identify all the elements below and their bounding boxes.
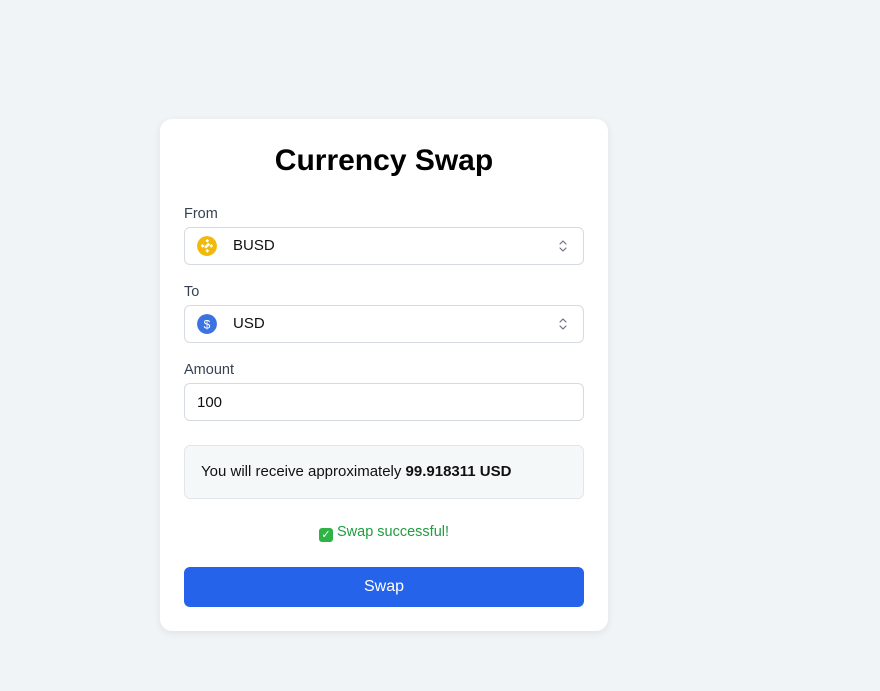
usd-coin-icon: $ xyxy=(197,314,217,334)
estimate-box: You will receive approximately 99.918311… xyxy=(184,445,584,499)
amount-input[interactable] xyxy=(184,383,584,421)
svg-text:$: $ xyxy=(204,318,211,332)
status-text: Swap successful! xyxy=(336,524,450,540)
chevron-up-down-icon xyxy=(559,240,567,252)
to-currency-value: USD xyxy=(233,315,265,332)
from-currency-value: BUSD xyxy=(233,237,275,254)
page-title: Currency Swap xyxy=(274,144,494,177)
swap-button[interactable]: Swap xyxy=(184,567,584,607)
chevron-up-down-icon xyxy=(559,318,567,330)
status-message: ✓ Swap successful! xyxy=(160,523,608,542)
to-label: To xyxy=(184,284,200,300)
from-label: From xyxy=(184,206,218,222)
amount-label: Amount xyxy=(184,362,234,378)
busd-coin-icon xyxy=(197,236,217,256)
check-icon: ✓ xyxy=(318,528,333,542)
estimate-prefix: You will receive approximately xyxy=(201,463,406,480)
estimate-amount: 99.918311 USD xyxy=(405,463,512,480)
swap-card: Currency Swap From BUSD To $ USD Amount … xyxy=(160,119,608,631)
to-currency-select[interactable]: $ USD xyxy=(184,305,584,343)
from-currency-select[interactable]: BUSD xyxy=(184,227,584,265)
